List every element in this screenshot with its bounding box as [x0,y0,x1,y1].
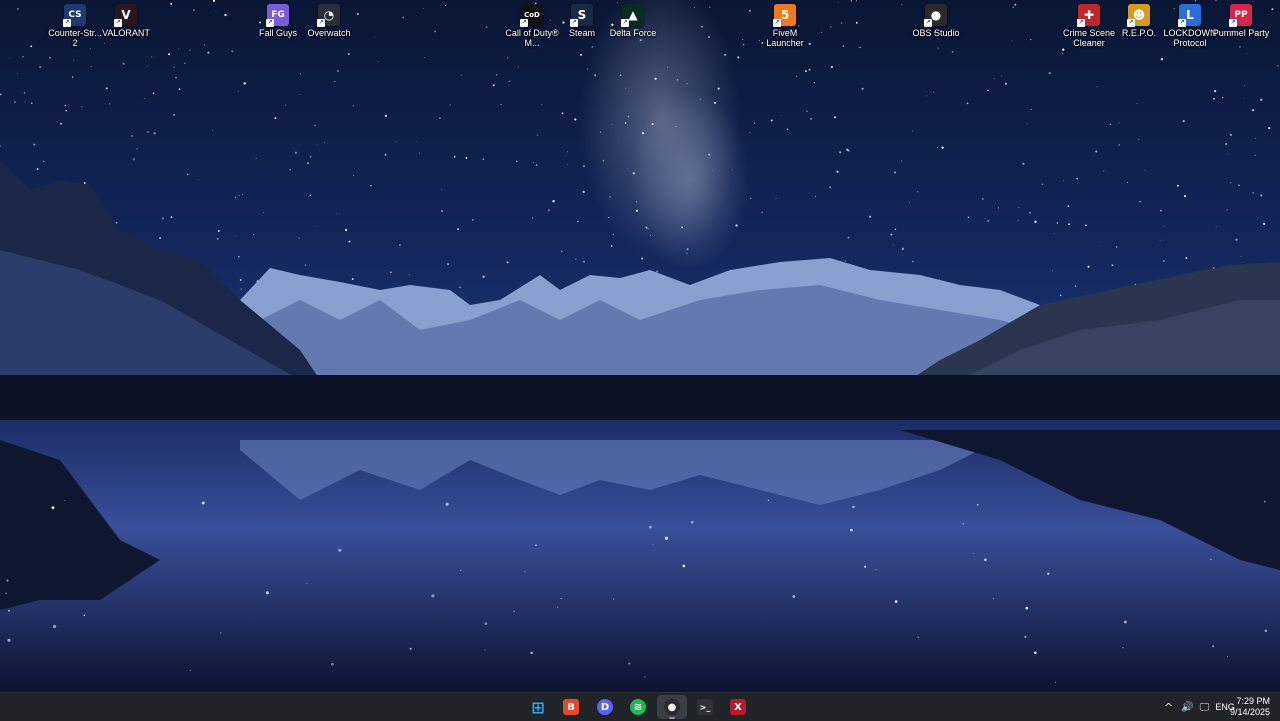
clock[interactable]: 7:29 PM 9/14/2025 [1230,696,1270,718]
counter-strike-icon: CS ↗ [63,4,86,27]
steam-icon: S ↗ [570,4,593,27]
desktop-shortcut-label: VALORANT [102,28,150,38]
volume-icon[interactable]: 🔊 [1181,702,1193,713]
desktop-shortcut[interactable]: S ↗ Steam [554,4,610,38]
fivem-icon: 5 ↗ [773,4,796,27]
desktop-shortcut[interactable]: L ↗ LOCKDOWN Protocol [1162,4,1218,48]
desktop-shortcut[interactable]: ✚ ↗ Crime Scene Cleaner [1061,4,1117,48]
delta-force-icon: ▲ ↗ [621,4,644,27]
system-tray: ^ 🔊 🖵 ENG [1164,693,1235,721]
obs-icon: ● ↗ [924,4,947,27]
shortcut-arrow-icon: ↗ [924,19,932,27]
clock-time: 7:29 PM [1236,696,1270,706]
terminal-icon: >_ [697,699,713,715]
desktop-shortcut-label: FiveM Launcher [766,28,804,48]
clock-date: 9/14/2025 [1229,707,1270,717]
valorant-icon: V ↗ [114,4,137,27]
desktop-shortcut[interactable]: ◔ ↗ Overwatch [301,4,357,38]
show-hidden-icons-chevron-icon[interactable]: ^ [1164,701,1173,714]
taskbar-discord[interactable]: D [590,695,620,719]
crime-scene-cleaner-icon: ✚ ↗ [1077,4,1100,27]
desktop-shortcut[interactable]: ● ↗ OBS Studio [908,4,964,38]
desktop-shortcut[interactable]: CS ↗ Counter-Str... 2 [47,4,103,48]
desktop: CS ↗ Counter-Str... 2 V ↗ VALORANT FG ↗ Fall Guy… [0,0,1280,692]
pummel-party-icon: PP ↗ [1229,4,1252,27]
shortcut-arrow-icon: ↗ [63,19,71,27]
call-of-duty-icon: CoD ↗ [520,4,543,27]
overwatch-icon: ◔ ↗ [317,4,340,27]
taskbar-terminal[interactable]: >_ [690,695,720,719]
start-button[interactable]: ⊞ [523,695,553,719]
shortcut-arrow-icon: ↗ [773,19,781,27]
shortcut-arrow-icon: ↗ [266,19,274,27]
spotify-icon: ≋ [630,699,646,715]
desktop-shortcut-label: OBS Studio [912,28,960,38]
shortcut-arrow-icon: ↗ [621,19,629,27]
desktop-shortcut[interactable]: ▲ ↗ Delta Force [605,4,661,38]
brave-icon: B [563,699,579,715]
desktop-shortcut[interactable]: PP ↗ Pummel Party [1213,4,1269,38]
desktop-shortcut[interactable]: V ↗ VALORANT [98,4,154,38]
desktop-shortcut[interactable]: CoD ↗ Call of Duty® M... [504,4,560,48]
taskbar-brave[interactable]: B [556,695,586,719]
app-icon: X [730,699,746,715]
network-icon[interactable]: 🖵 [1200,702,1210,713]
taskbar-spotify[interactable]: ≋ [623,695,653,719]
windows-icon: ⊞ [531,697,545,717]
shortcut-arrow-icon: ↗ [317,19,325,27]
desktop-shortcut[interactable]: FG ↗ Fall Guys [250,4,306,38]
obs-icon: ● [664,699,680,715]
shortcut-arrow-icon: ↗ [1178,19,1186,27]
desktop-shortcut[interactable]: ☻ ↗ R.E.P.O. [1111,4,1167,38]
fall-guys-icon: FG ↗ [266,4,289,27]
taskbar: ⊞ B D ≋ ● >_ X ^ 🔊 🖵 ENG 7:29 PM 9/14/2025 [0,692,1280,721]
discord-icon: D [597,699,613,715]
shortcut-arrow-icon: ↗ [570,19,578,27]
taskbar-obs[interactable]: ● [657,695,687,719]
taskbar-app[interactable]: X [723,695,753,719]
shortcut-arrow-icon: ↗ [1127,19,1135,27]
repo-icon: ☻ ↗ [1127,4,1150,27]
shortcut-arrow-icon: ↗ [520,19,528,27]
desktop-shortcut-label: Overwatch [307,28,351,38]
desktop-shortcut-label: Pummel Party [1212,28,1270,38]
lockdown-protocol-icon: L ↗ [1178,4,1201,27]
shortcut-arrow-icon: ↗ [1077,19,1085,27]
running-indicator [669,717,675,719]
shortcut-arrow-icon: ↗ [114,19,122,27]
desktop-shortcut[interactable]: 5 ↗ FiveM Launcher [757,4,813,48]
desktop-shortcut-label: Delta Force [609,28,657,38]
shortcut-arrow-icon: ↗ [1229,19,1237,27]
